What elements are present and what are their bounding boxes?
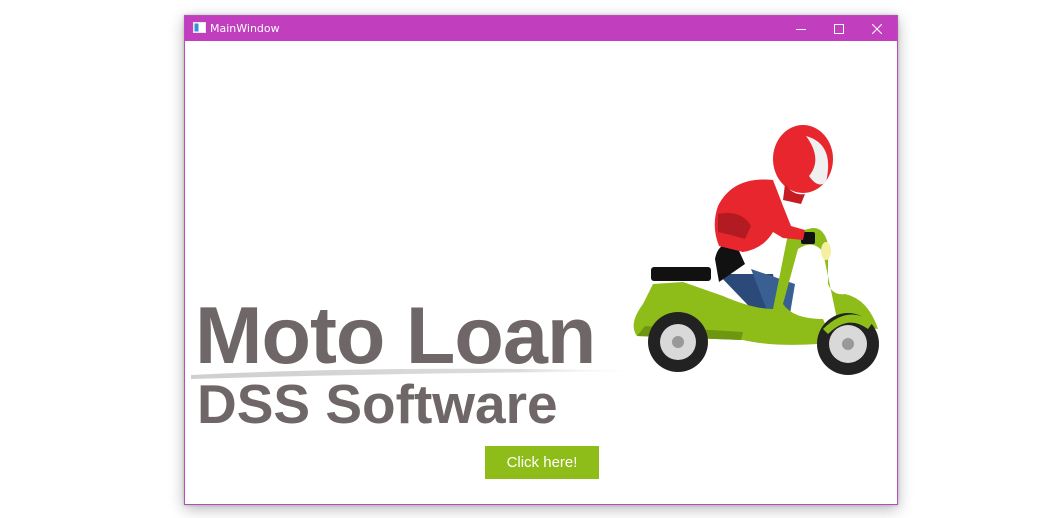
- scooter-rider-illustration: [633, 125, 879, 375]
- logo-title: Moto Loan: [195, 291, 596, 381]
- window-content: Moto Loan DSS Software Click here!: [185, 41, 897, 504]
- minimize-icon: [796, 28, 806, 30]
- minimize-button[interactable]: [782, 16, 820, 41]
- close-icon: [872, 23, 882, 34]
- app-icon: [193, 22, 206, 33]
- click-here-button[interactable]: Click here!: [485, 446, 599, 479]
- logo-subtitle: DSS Software: [197, 373, 558, 435]
- maximize-button[interactable]: [820, 16, 858, 41]
- main-window: MainWindow Moto Loan DSS Software Click …: [184, 15, 898, 505]
- maximize-icon: [834, 23, 844, 34]
- window-title: MainWindow: [210, 22, 280, 35]
- title-bar[interactable]: MainWindow: [185, 16, 897, 41]
- close-button[interactable]: [858, 16, 896, 41]
